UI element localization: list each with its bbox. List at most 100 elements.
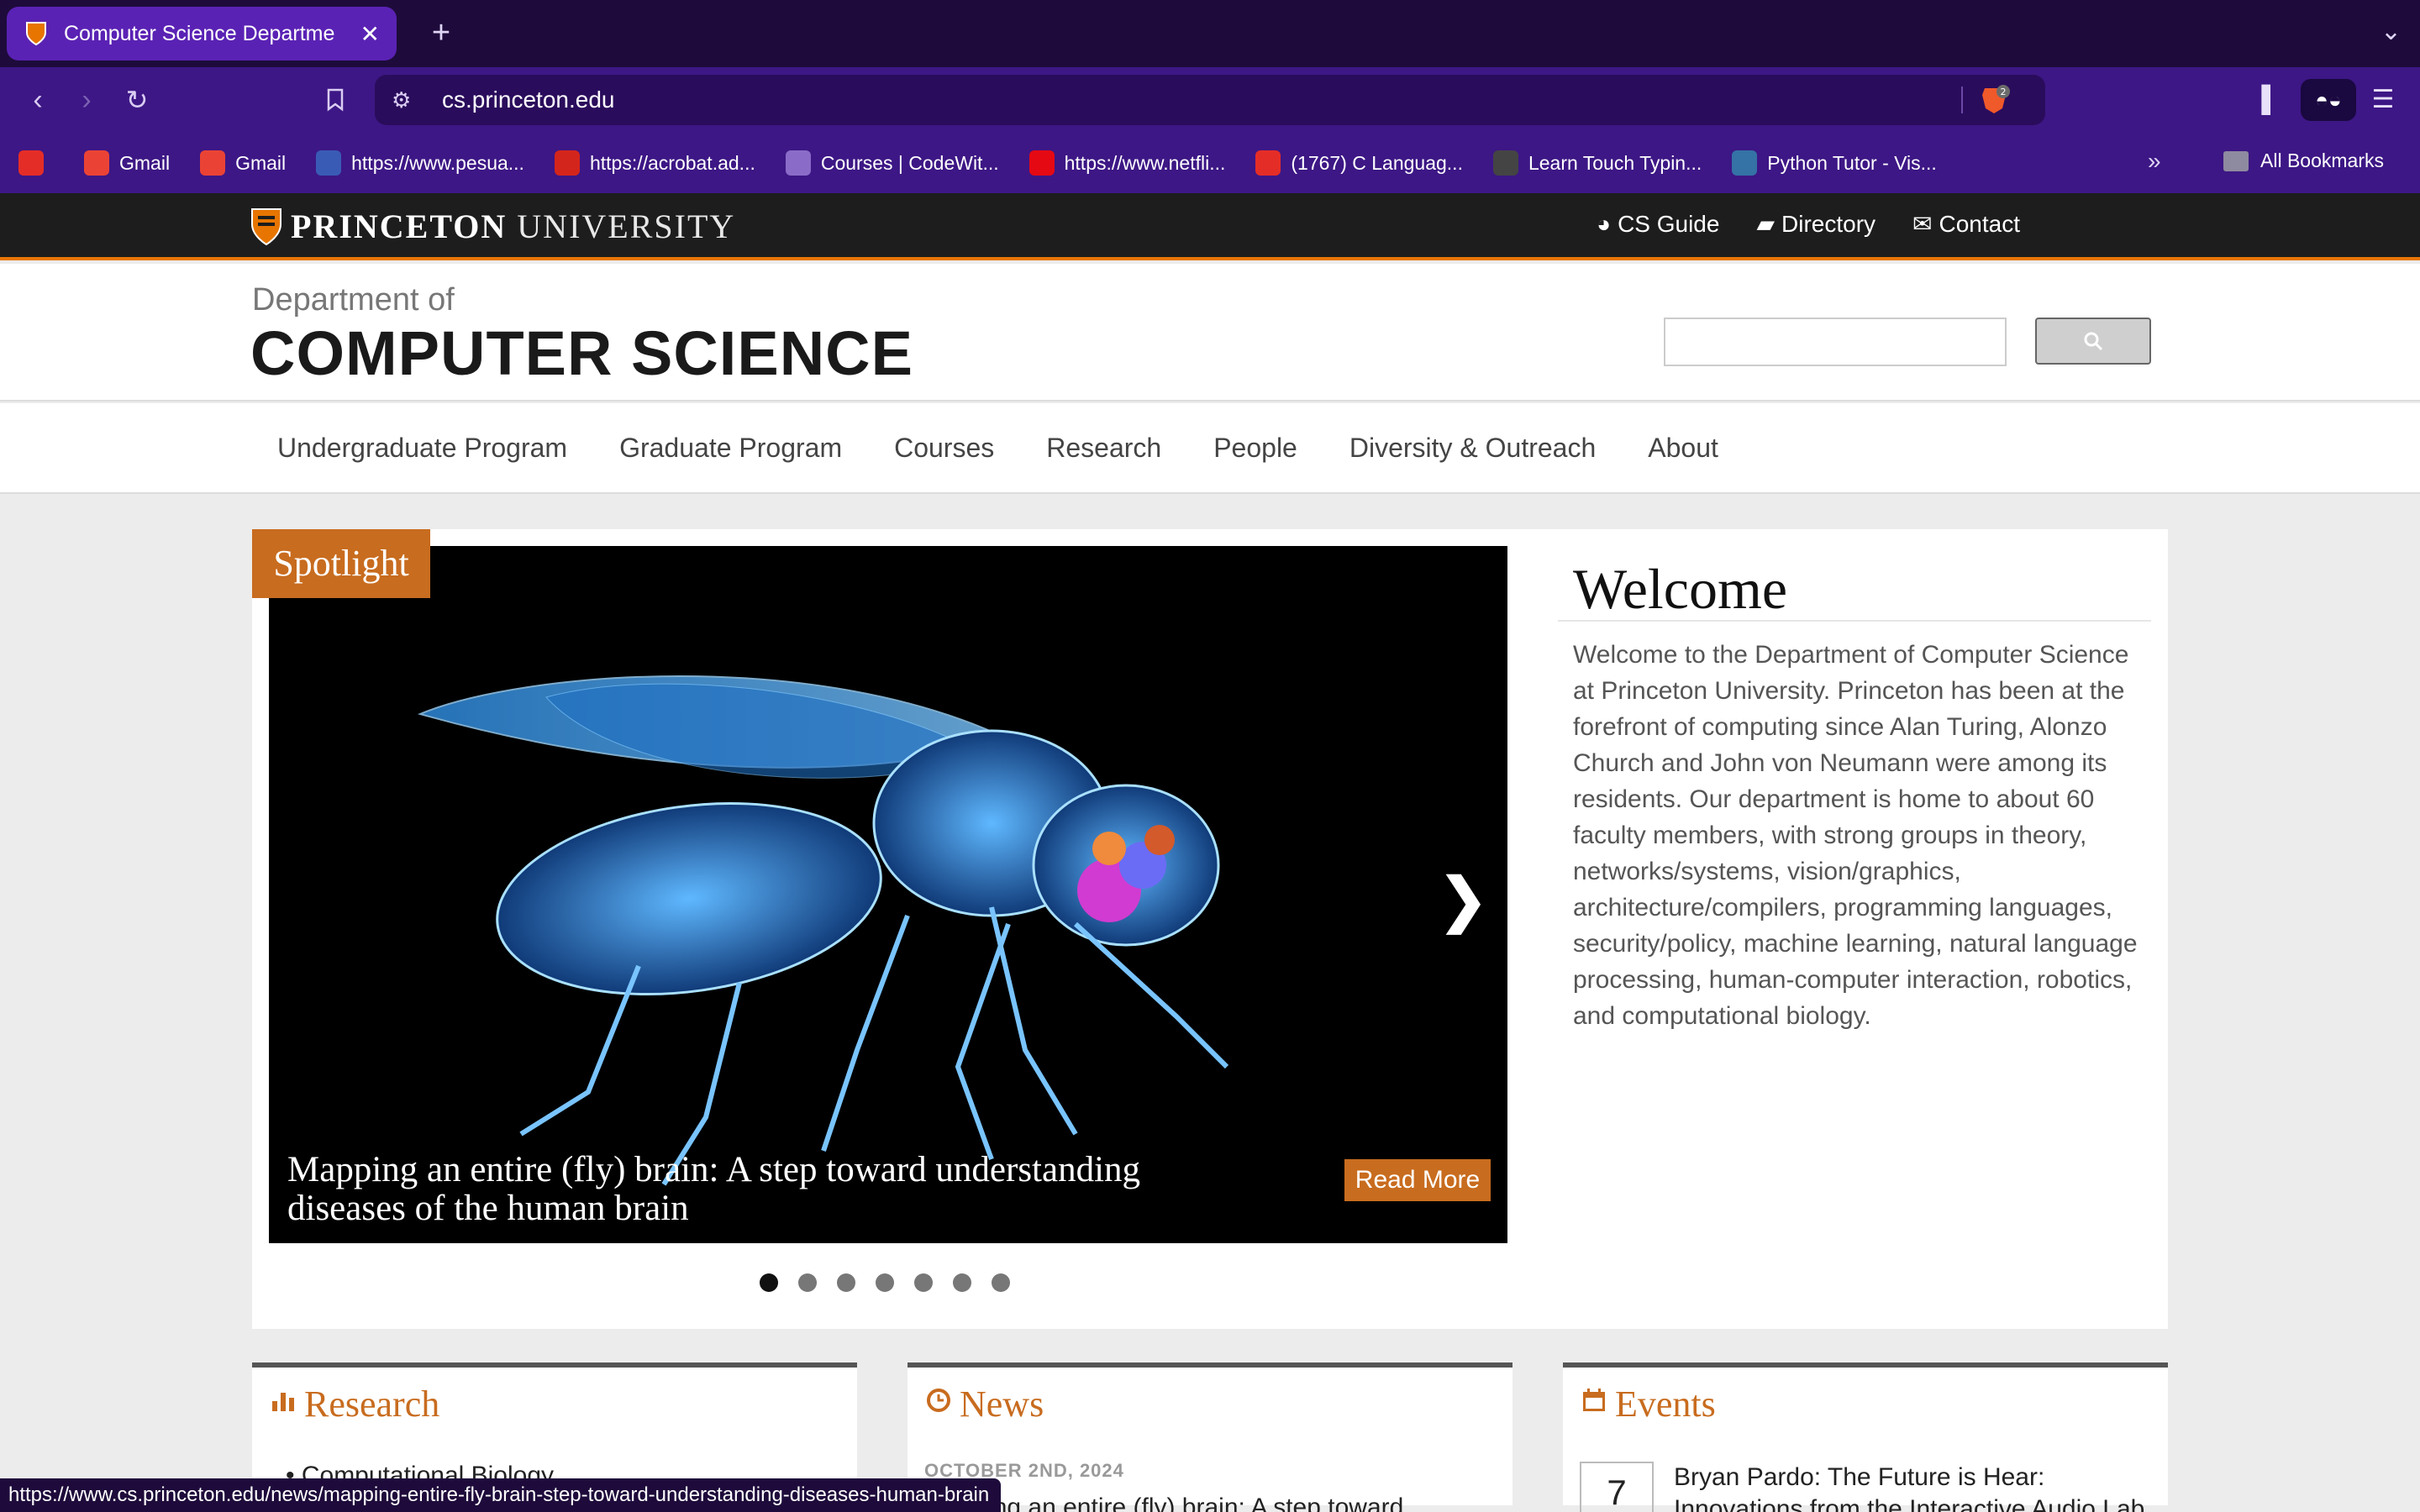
slide-dot[interactable] xyxy=(992,1273,1010,1292)
bookmark-item[interactable]: Gmail xyxy=(84,150,170,176)
reader-mode-icon[interactable]: ◓◒ xyxy=(2301,79,2356,121)
gmail-icon xyxy=(200,150,226,176)
url-text[interactable]: cs.princeton.edu xyxy=(442,87,614,113)
top-link-directory[interactable]: ▰ Directory xyxy=(1756,210,1876,238)
close-tab-icon[interactable]: ✕ xyxy=(360,20,380,48)
events-section: Events 7 Bryan Pardo: The Future is Hear… xyxy=(1563,1362,2168,1512)
spotlight-slider[interactable]: ❯ Mapping an entire (fly) brain: A step … xyxy=(269,546,1507,1243)
slide-dot[interactable] xyxy=(953,1273,971,1292)
fly-brain-image xyxy=(417,675,1229,1186)
back-arrow-icon[interactable]: ‹ xyxy=(18,81,57,119)
brave-badge-count: 2 xyxy=(2001,87,2007,97)
nav-item-graduate-program[interactable]: Graduate Program xyxy=(619,433,842,464)
envelope-icon: ✉ xyxy=(1912,211,1933,237)
site-settings-icon[interactable]: ⚙ xyxy=(392,87,422,113)
main-menu-icon[interactable]: ☰ xyxy=(2363,81,2403,119)
spotlight-tag: Spotlight xyxy=(252,529,430,598)
research-title: Research xyxy=(304,1383,440,1425)
nav-item-people[interactable]: People xyxy=(1213,433,1297,464)
nav-item-diversity-outreach[interactable]: Diversity & Outreach xyxy=(1349,433,1596,464)
folder-icon: ▰ xyxy=(1756,211,1776,237)
status-bar-url: https://www.cs.princeton.edu/news/mappin… xyxy=(0,1478,1002,1512)
bookmark-item[interactable] xyxy=(18,150,54,176)
news-heading[interactable]: News xyxy=(926,1383,1044,1425)
address-bar[interactable]: ⚙ cs.princeton.edu 2 xyxy=(375,75,2045,125)
bookmark-item[interactable]: Gmail xyxy=(200,150,286,176)
slide-dot[interactable] xyxy=(798,1273,817,1292)
python-icon xyxy=(1732,150,1758,176)
bookmark-label: https://www.pesua... xyxy=(351,151,524,174)
youtube-icon xyxy=(1255,150,1281,176)
browser-toolbar: ‹ › ↻ ⚙ cs.princeton.edu 2 ▌ ◓◒ ☰ xyxy=(0,67,2420,133)
event-link[interactable]: Bryan Pardo: The Future is Hear: Innovat… xyxy=(1674,1462,2161,1512)
bookmark-label: (1767) C Languag... xyxy=(1291,151,1463,174)
bookmarks-overflow-icon[interactable]: » xyxy=(2148,148,2161,175)
nav-item-about[interactable]: About xyxy=(1648,433,1718,464)
slide-dot[interactable] xyxy=(914,1273,933,1292)
department-of-label: Department of xyxy=(252,282,455,318)
bookmark-item[interactable]: https://www.netfli... xyxy=(1028,150,1225,176)
slide-caption[interactable]: Mapping an entire (fly) brain: A step to… xyxy=(287,1151,1254,1228)
slide-dot[interactable] xyxy=(837,1273,855,1292)
bookmark-item[interactable]: https://acrobat.ad... xyxy=(554,150,755,176)
bookmarks-bar: Gmail Gmail https://www.pesua... https://ac… xyxy=(0,133,2420,193)
all-bookmarks-button[interactable]: All Bookmarks xyxy=(2223,150,2384,172)
active-tab[interactable]: Computer Science Departme ✕ xyxy=(7,7,397,60)
bookmark-icon[interactable] xyxy=(316,81,355,119)
welcome-text: Welcome to the Department of Computer Sc… xyxy=(1573,641,2138,1030)
nav-item-courses[interactable]: Courses xyxy=(894,433,994,464)
department-header: Department of COMPUTER SCIENCE xyxy=(0,264,2420,402)
codewithharry-icon xyxy=(785,150,811,176)
bookmark-item[interactable]: Python Tutor - Vis... xyxy=(1732,150,1937,176)
welcome-divider xyxy=(1558,620,2151,622)
bookmark-label: https://acrobat.ad... xyxy=(589,151,755,174)
brave-shields-icon[interactable]: 2 xyxy=(1980,85,2010,115)
nav-item-research[interactable]: Research xyxy=(1046,433,1161,464)
all-bookmarks-label: All Bookmarks xyxy=(2260,150,2384,171)
top-link-label: CS Guide xyxy=(1618,210,1720,237)
research-heading[interactable]: Research xyxy=(271,1383,439,1425)
university-name: PRINCETON xyxy=(291,207,508,245)
read-more-button[interactable]: Read More xyxy=(1344,1159,1491,1201)
bookmark-label: Gmail xyxy=(119,151,171,174)
clock-icon xyxy=(926,1388,951,1420)
nav-item-undergraduate-program[interactable]: Undergraduate Program xyxy=(277,433,567,464)
folder-icon xyxy=(2223,150,2249,171)
slide-dot[interactable] xyxy=(760,1273,778,1292)
department-name[interactable]: COMPUTER SCIENCE xyxy=(250,318,913,389)
sidebar-toggle-icon[interactable]: ▌ xyxy=(2250,81,2291,119)
princeton-logo[interactable]: PRINCETON UNIVERSITY xyxy=(250,207,735,246)
university-suffix: UNIVERSITY xyxy=(517,207,736,245)
bookmark-item[interactable]: Courses | CodeWit... xyxy=(785,150,999,176)
bookmark-item[interactable]: (1767) C Languag... xyxy=(1255,150,1463,176)
bookmark-item[interactable]: https://www.pesua... xyxy=(316,150,524,176)
spotlight-welcome-panel: ❯ Mapping an entire (fly) brain: A step … xyxy=(252,529,2168,1329)
bookmark-item[interactable]: Learn Touch Typin... xyxy=(1492,150,1702,176)
top-links: ◕ CS Guide ▰ Directory ✉ Contact xyxy=(1560,210,2020,238)
web-page: PRINCETON UNIVERSITY ◕ CS Guide ▰ Directory… xyxy=(0,193,2420,1512)
bookmark-label: Gmail xyxy=(235,151,287,174)
reload-icon[interactable]: ↻ xyxy=(118,81,156,119)
princeton-shield-icon xyxy=(24,21,49,46)
globe-icon: ◕ xyxy=(1597,210,1612,237)
bar-chart-icon xyxy=(271,1388,296,1420)
browser-tab-bar: Computer Science Departme ✕ + ⌄ xyxy=(0,0,2420,67)
top-link-contact[interactable]: ✉ Contact xyxy=(1912,210,2020,238)
new-tab-button[interactable]: + xyxy=(420,12,462,54)
princeton-shield-icon xyxy=(251,207,281,245)
next-slide-arrow-icon[interactable]: ❯ xyxy=(1439,865,1488,934)
events-title: Events xyxy=(1615,1383,1716,1425)
netflix-icon xyxy=(1028,150,1055,176)
event-date-box: 7 xyxy=(1580,1462,1654,1512)
top-link-cs-guide[interactable]: ◕ CS Guide xyxy=(1597,210,1719,238)
typing-icon xyxy=(1492,150,1518,176)
search-input[interactable] xyxy=(1664,318,2007,366)
search-button[interactable] xyxy=(2035,318,2151,365)
forward-arrow-icon[interactable]: › xyxy=(67,81,106,119)
slide-caption-line-1: Mapping an entire (fly) brain: A step to… xyxy=(287,1150,1141,1189)
top-link-label: Directory xyxy=(1781,210,1876,237)
slide-dot[interactable] xyxy=(876,1273,894,1292)
gmail-icon xyxy=(84,150,109,176)
tab-list-chevron-icon[interactable]: ⌄ xyxy=(2381,17,2402,46)
events-heading[interactable]: Events xyxy=(1581,1383,1716,1425)
